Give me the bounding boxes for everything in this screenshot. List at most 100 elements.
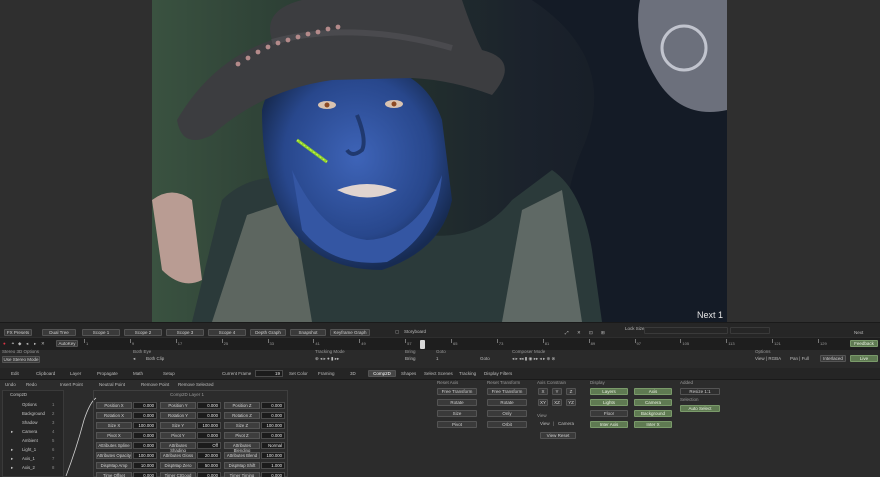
viewer-area[interactable]: Next 1 bbox=[0, 0, 880, 322]
param-value-field[interactable]: 0.000 bbox=[133, 412, 157, 419]
display-axis[interactable]: Axis bbox=[634, 388, 672, 395]
neutral-point-button[interactable]: Neutral Point bbox=[99, 382, 125, 388]
composer-icons[interactable]: ◂ ▸ ◂◂ ▮ ◉ ▸▸ ◂ ▸ ⊕ ⊗ bbox=[512, 356, 555, 362]
goto-num[interactable]: 1 bbox=[436, 356, 439, 362]
tab-layer[interactable]: Layer bbox=[70, 371, 81, 377]
display-inter-x[interactable]: Inter X bbox=[634, 421, 672, 428]
display-lights[interactable]: Lights bbox=[590, 399, 628, 406]
expand-icon[interactable]: ▸ bbox=[11, 465, 13, 471]
pan-full-select[interactable]: Pan | Full bbox=[790, 356, 809, 362]
feedback-button[interactable]: Feedback bbox=[850, 340, 878, 347]
tab-3d[interactable]: 3D bbox=[350, 371, 356, 377]
tab-math[interactable]: Math bbox=[133, 371, 143, 377]
display-inter-axis[interactable]: Inter Axis bbox=[590, 421, 628, 428]
constrain-yz[interactable]: YZ bbox=[566, 399, 576, 406]
param-value-field[interactable]: 0.000 bbox=[197, 472, 221, 477]
constrain-xz[interactable]: XZ bbox=[552, 399, 562, 406]
tab-shapes[interactable]: Shapes bbox=[401, 371, 416, 377]
prev-key-icon[interactable]: ◂ bbox=[26, 341, 28, 347]
tab-tracking[interactable]: Tracking bbox=[459, 371, 476, 377]
tree-item[interactable]: Light_1 bbox=[22, 447, 36, 453]
tab-clipboard[interactable]: Clipboard bbox=[36, 371, 55, 377]
tab-propagate[interactable]: Propagate bbox=[97, 371, 118, 377]
param-value-field[interactable]: 50.000 bbox=[197, 462, 221, 469]
reset-axis-free-transform[interactable]: Free Transform bbox=[437, 388, 477, 395]
eye-icon[interactable]: ◂ bbox=[133, 356, 135, 362]
tracking-icons[interactable]: ⊕ ◂ ▸ ● ▮ ▸▸ bbox=[315, 356, 339, 362]
expand-icon[interactable]: ▸ bbox=[11, 447, 13, 453]
tab-select-scenes[interactable]: Select Scenes bbox=[424, 371, 453, 377]
lock-size-label[interactable]: Lock Size bbox=[625, 326, 645, 331]
undo-button[interactable]: Undo bbox=[5, 382, 16, 388]
param-value-field[interactable]: 0.000 bbox=[133, 472, 157, 477]
reset-transform-only[interactable]: Only bbox=[487, 410, 527, 417]
redo-button[interactable]: Redo bbox=[26, 382, 37, 388]
tool-icon-2[interactable]: ✕ bbox=[577, 330, 581, 336]
autokey-toggle[interactable]: AutoKey bbox=[56, 340, 78, 347]
param-value-field[interactable]: 0.000 bbox=[133, 432, 157, 439]
link-icon[interactable]: ⚭ bbox=[11, 341, 15, 347]
view-rgba-select[interactable]: View | RGBA bbox=[755, 356, 781, 362]
reset-axis-pivot[interactable]: Pivot bbox=[437, 421, 477, 428]
delete-key-icon[interactable]: ✕ bbox=[41, 341, 45, 347]
param-value-field[interactable]: 100.000 bbox=[197, 422, 221, 429]
tree-item[interactable]: Camera bbox=[22, 429, 37, 435]
param-value-field[interactable]: 0.000 bbox=[197, 432, 221, 439]
tab-scope-2[interactable]: Scope 2 bbox=[124, 329, 162, 336]
tab-scope-1[interactable]: Scope 1 bbox=[82, 329, 120, 336]
insert-point-button[interactable]: Insert Point bbox=[60, 382, 83, 388]
auto-select-button[interactable]: Auto Select bbox=[680, 405, 720, 412]
param-value-field[interactable]: 100.000 bbox=[261, 452, 285, 459]
key-icon[interactable]: ◆ bbox=[18, 341, 21, 347]
storyboard-icon[interactable]: ▢ bbox=[395, 329, 399, 335]
constrain-xy[interactable]: XY bbox=[538, 399, 548, 406]
live-button[interactable]: Live bbox=[850, 355, 878, 362]
expand-icon[interactable]: ▸ bbox=[11, 456, 13, 462]
tab-storyboard[interactable]: Storyboard bbox=[404, 329, 426, 335]
tab-framing[interactable]: Framing bbox=[318, 371, 335, 377]
goto-button[interactable]: Goto bbox=[480, 356, 490, 362]
bring-button[interactable]: Bring bbox=[405, 356, 416, 362]
display-floor[interactable]: Floor bbox=[590, 410, 628, 417]
interlaced-toggle[interactable]: Interlaced bbox=[820, 355, 846, 362]
tree-root[interactable]: Comp2D bbox=[10, 392, 27, 398]
param-value-field[interactable]: 1.000 bbox=[261, 462, 285, 469]
display-layers[interactable]: Layers bbox=[590, 388, 628, 395]
tree-item[interactable]: Options bbox=[22, 402, 37, 408]
view-camera-toggle[interactable]: Camera bbox=[558, 421, 574, 427]
tool-icon-3[interactable]: ⊡ bbox=[589, 330, 593, 336]
tab-keyframe-graph[interactable]: Keyframe Graph bbox=[330, 329, 370, 336]
param-value-field[interactable]: 0.000 bbox=[261, 402, 285, 409]
param-value-field[interactable]: 0.000 bbox=[133, 442, 157, 449]
reset-transform-free[interactable]: Free Transform bbox=[487, 388, 527, 395]
next-key-icon[interactable]: ▸ bbox=[34, 341, 36, 347]
display-background[interactable]: Background bbox=[634, 410, 672, 417]
playhead[interactable] bbox=[420, 340, 425, 349]
param-value-field[interactable]: 0.000 bbox=[261, 412, 285, 419]
reset-transform-rotate[interactable]: Rotate bbox=[487, 399, 527, 406]
tab-dual-tree[interactable]: Dual Tree bbox=[42, 329, 76, 336]
record-icon[interactable]: ● bbox=[3, 341, 6, 347]
param-value-field[interactable]: 100.000 bbox=[133, 452, 157, 459]
tree-item[interactable]: Axis_2 bbox=[22, 465, 35, 471]
resize-1-1-button[interactable]: Resize 1:1 bbox=[680, 388, 720, 395]
tab-comp2d[interactable]: Comp2D bbox=[368, 370, 396, 377]
tree-item[interactable]: Axis_1 bbox=[22, 456, 35, 462]
param-value-field[interactable]: 0.000 bbox=[197, 412, 221, 419]
param-value-field[interactable]: 0.000 bbox=[197, 402, 221, 409]
constrain-x[interactable]: X bbox=[538, 388, 548, 395]
video-frame[interactable]: Next 1 bbox=[152, 0, 727, 322]
param-value-field[interactable]: 100.000 bbox=[261, 422, 285, 429]
display-camera[interactable]: Camera bbox=[634, 399, 672, 406]
tree-item[interactable]: Background bbox=[22, 411, 45, 417]
use-stereo-mode-button[interactable]: Use Stereo Mode bbox=[2, 356, 40, 363]
tool-icon-1[interactable]: ⤢ bbox=[565, 330, 569, 336]
param-value-field[interactable]: 0.000 bbox=[261, 472, 285, 477]
tab-setup[interactable]: Setup bbox=[163, 371, 175, 377]
tab-edit[interactable]: Edit bbox=[11, 371, 19, 377]
tree-item[interactable]: Ambient bbox=[22, 438, 38, 444]
reset-axis-rotate[interactable]: Rotate bbox=[437, 399, 477, 406]
tab-scope-3[interactable]: Scope 3 bbox=[166, 329, 204, 336]
param-value-field[interactable]: 0.000 bbox=[261, 432, 285, 439]
tab-display-filters[interactable]: Display Filters bbox=[484, 371, 512, 377]
